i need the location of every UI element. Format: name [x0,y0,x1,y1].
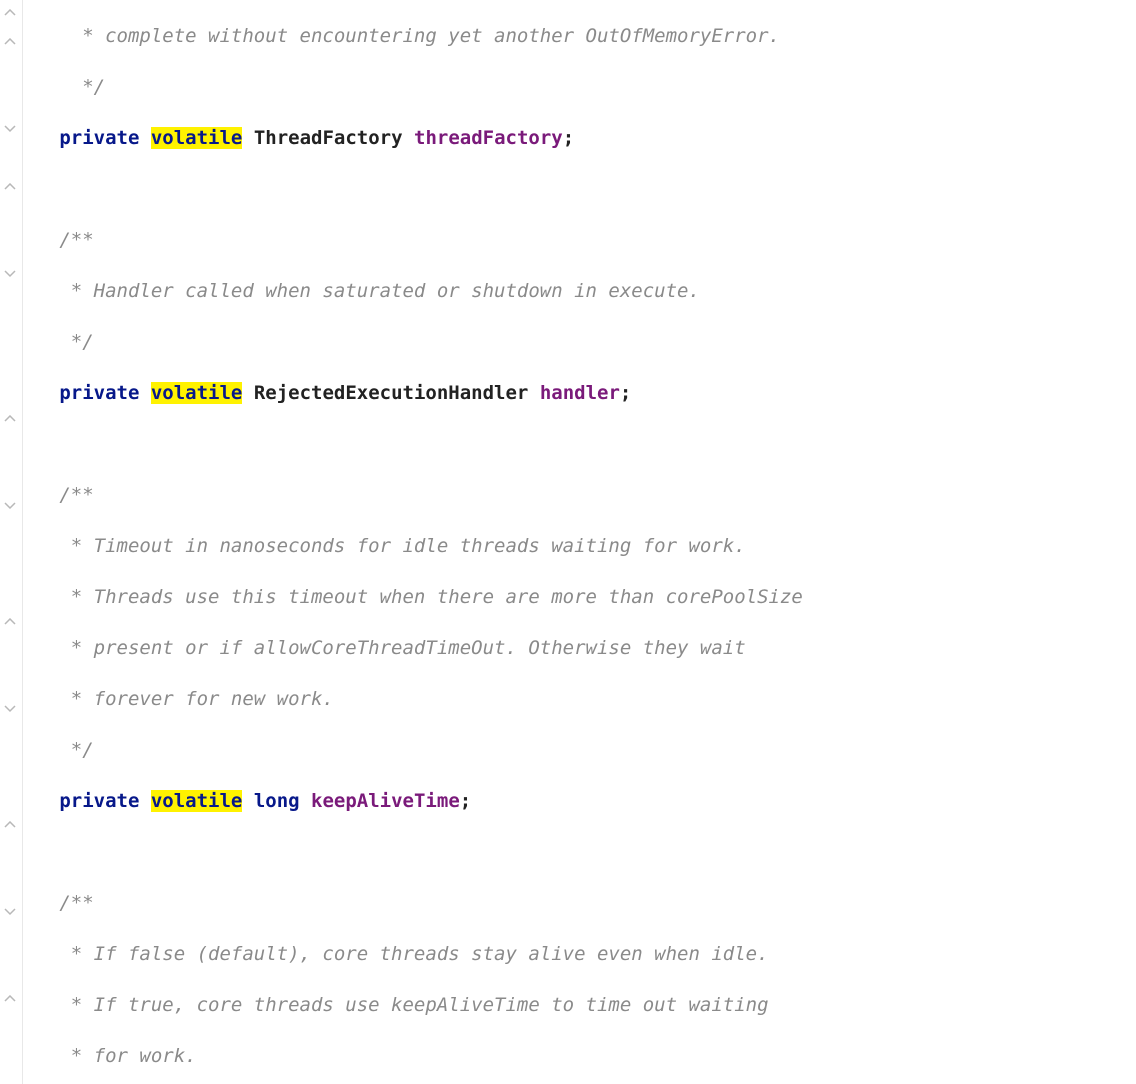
code-line[interactable] [23,838,1136,867]
code-line[interactable] [23,430,1136,459]
comment-text: * Handler called when saturated or shutd… [59,280,700,302]
fold-icon[interactable] [2,501,18,511]
code-line[interactable]: /** [23,889,1136,918]
kw-volatile: volatile [151,382,243,404]
code-line[interactable]: private volatile ThreadFactory threadFac… [23,124,1136,153]
code-line[interactable]: * Timeout in nanoseconds for idle thread… [23,532,1136,561]
semicolon: ; [460,790,471,812]
comment-close: */ [59,331,93,353]
kw-volatile: volatile [151,127,243,149]
fold-icon[interactable] [2,269,18,279]
comment-open: /** [59,229,93,251]
code-line[interactable]: * for work. [23,1042,1136,1071]
comment-open: /** [59,484,93,506]
code-line[interactable]: * Handler called when saturated or shutd… [23,277,1136,306]
code-line[interactable]: /** [23,481,1136,510]
fold-icon[interactable] [2,994,18,1004]
code-line[interactable]: */ [23,736,1136,765]
comment-text: * Timeout in nanoseconds for idle thread… [59,535,745,557]
code-line[interactable]: * If true, core threads use keepAliveTim… [23,991,1136,1020]
code-line[interactable]: */ [23,328,1136,357]
code-line[interactable]: * forever for new work. [23,685,1136,714]
comment-open: /** [59,892,93,914]
code-area[interactable]: * complete without encountering yet anot… [23,0,1136,1084]
comment-text: * Threads use this timeout when there ar… [59,586,803,608]
field-keepAliveTime: keepAliveTime [311,790,460,812]
fold-icon[interactable] [2,182,18,192]
comment-text: * complete without encountering yet anot… [71,25,780,47]
type-RejectedExecutionHandler: RejectedExecutionHandler [254,382,529,404]
comment-close: */ [59,739,93,761]
field-threadFactory: threadFactory [414,127,563,149]
code-line[interactable]: private volatile RejectedExecutionHandle… [23,379,1136,408]
code-line[interactable]: * complete without encountering yet anot… [23,22,1136,51]
type-ThreadFactory: ThreadFactory [254,127,403,149]
fold-icon[interactable] [2,820,18,830]
fold-icon[interactable] [2,124,18,134]
comment-text: * for work. [59,1045,196,1067]
code-line[interactable]: /** [23,226,1136,255]
kw-volatile: volatile [151,790,243,812]
kw-private: private [59,790,139,812]
fold-icon[interactable] [2,907,18,917]
gutter [0,0,23,1084]
code-line[interactable]: */ [23,73,1136,102]
semicolon: ; [563,127,574,149]
comment-text: * If true, core threads use keepAliveTim… [59,994,768,1016]
fold-icon[interactable] [2,37,18,47]
comment-text: * present or if allowCoreThreadTimeOut. … [59,637,745,659]
semicolon: ; [620,382,631,404]
comment-text: * If false (default), core threads stay … [59,943,768,965]
kw-long: long [254,790,300,812]
code-line[interactable]: * Threads use this timeout when there ar… [23,583,1136,612]
fold-icon[interactable] [2,617,18,627]
fold-icon[interactable] [2,414,18,424]
field-handler: handler [540,382,620,404]
code-line[interactable]: * present or if allowCoreThreadTimeOut. … [23,634,1136,663]
comment-close: */ [71,76,105,98]
code-editor[interactable]: * complete without encountering yet anot… [0,0,1136,1084]
code-line[interactable]: private volatile long keepAliveTime; [23,787,1136,816]
code-line[interactable]: * If false (default), core threads stay … [23,940,1136,969]
kw-private: private [59,127,139,149]
fold-icon[interactable] [2,704,18,714]
comment-text: * forever for new work. [59,688,334,710]
kw-private: private [59,382,139,404]
code-line[interactable] [23,175,1136,204]
fold-icon[interactable] [2,8,18,18]
